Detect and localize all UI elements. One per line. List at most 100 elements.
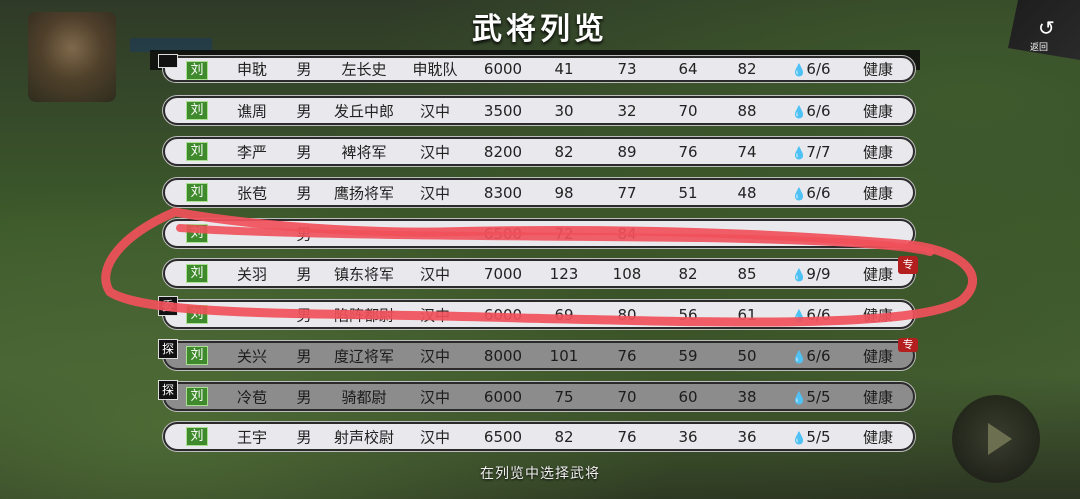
command: 8000 <box>483 346 523 365</box>
rank: 镇东将军 <box>333 265 395 283</box>
gender: 男 <box>296 143 312 161</box>
status: 健康 <box>862 428 894 446</box>
war: 75 <box>554 387 574 406</box>
play-icon <box>988 423 1012 455</box>
status: 健康 <box>862 388 894 406</box>
politics: 50 <box>737 346 757 365</box>
lead: 76 <box>617 346 637 365</box>
faction-badge: 刘 <box>186 224 208 243</box>
gender: 男 <box>296 306 312 324</box>
explore-tag: 探 <box>158 339 178 359</box>
status: 健康 <box>862 265 894 283</box>
table-row[interactable]: 刘 冷苞 男 骑都尉 汉中 6000 75 70 60 38 💧5/5 健康 <box>163 382 915 411</box>
table-row[interactable]: 刘 男 6500 72 84 <box>163 219 915 248</box>
skill-drop-icon: 💧 <box>791 63 807 77</box>
skill: 💧5/5 <box>791 427 831 446</box>
lead: 84 <box>617 224 637 243</box>
gender: 男 <box>296 428 312 446</box>
skill-drop-icon: 💧 <box>791 430 807 445</box>
politics: 85 <box>737 264 757 283</box>
skill: 💧6/6 <box>791 101 831 120</box>
faction-badge: 刘 <box>186 346 208 365</box>
gender: 男 <box>296 225 312 243</box>
lead: 108 <box>612 264 642 283</box>
general-list: 刘 申耽 男 左长史 申耽队 6000 41 73 64 82 💧6/6 健康 … <box>0 0 1080 499</box>
location: 申耽队 <box>412 60 458 79</box>
location: 汉中 <box>419 306 451 324</box>
command: 8200 <box>483 142 523 161</box>
explore-tag: 探 <box>158 380 178 400</box>
table-row[interactable]: 刘 王宇 男 射声校尉 汉中 6500 82 76 36 36 💧5/5 健康 <box>163 422 915 451</box>
rank: 骑都尉 <box>341 388 387 406</box>
footer-hint: 在列览中选择武将 <box>480 466 600 482</box>
intelligence: 70 <box>678 101 698 120</box>
skill: 💧6/6 <box>791 346 831 365</box>
table-row[interactable]: 刘 李严 男 裨将军 汉中 8200 82 89 76 74 💧7/7 健康 <box>163 137 915 166</box>
table-row[interactable]: 刘 申耽 男 左长史 申耽队 6000 41 73 64 82 💧6/6 健康 <box>163 56 915 82</box>
location: 汉中 <box>419 388 451 406</box>
command: 6000 <box>483 387 523 406</box>
rank: 裨将军 <box>341 143 387 161</box>
gender: 男 <box>296 102 312 120</box>
status: 健康 <box>862 60 894 79</box>
status: 健康 <box>862 306 894 324</box>
war: 98 <box>554 183 574 202</box>
faction-badge: 刘 <box>186 61 208 80</box>
lead: 73 <box>617 60 637 78</box>
skill-drop-icon: 💧 <box>791 104 807 119</box>
location: 汉中 <box>419 143 451 161</box>
table-row[interactable]: 刘 张苞 男 鹰扬将军 汉中 8300 98 77 51 48 💧6/6 健康 <box>163 178 915 207</box>
general-name: 冷苞 <box>236 388 268 406</box>
faction-badge: 刘 <box>186 101 208 120</box>
faction-badge: 刘 <box>186 142 208 161</box>
war: 82 <box>554 142 574 161</box>
war: 123 <box>549 264 579 283</box>
location: 汉中 <box>419 265 451 283</box>
status: 健康 <box>862 102 894 120</box>
war: 41 <box>554 60 574 78</box>
location: 汉中 <box>419 347 451 365</box>
location: 汉中 <box>419 428 451 446</box>
intelligence: 59 <box>678 346 698 365</box>
command: 6500 <box>483 224 523 243</box>
lead: 70 <box>617 387 637 406</box>
rank: 鹰扬将军 <box>333 184 395 202</box>
command: 3500 <box>483 101 523 120</box>
table-row[interactable]: 刘 关兴 男 度辽将军 汉中 8000 101 76 59 50 💧6/6 健康 <box>163 341 915 370</box>
general-name: 关羽 <box>236 265 268 283</box>
intelligence: 36 <box>678 427 698 446</box>
status: 健康 <box>862 143 894 161</box>
skill-drop-icon: 💧 <box>791 186 807 201</box>
command: 8300 <box>483 183 523 202</box>
lead: 32 <box>617 101 637 120</box>
faction-badge: 刘 <box>186 427 208 446</box>
intelligence: 64 <box>678 60 698 78</box>
gender: 男 <box>296 60 312 79</box>
skill-drop-icon: 💧 <box>791 390 807 405</box>
gender: 男 <box>296 388 312 406</box>
faction-badge: 刘 <box>186 183 208 202</box>
table-row[interactable]: 刘 男 陷阵都尉 汉中 6000 69 80 56 61 💧6/6 健康 <box>163 300 915 329</box>
location: 汉中 <box>419 102 451 120</box>
command: 6000 <box>483 60 523 78</box>
politics: 88 <box>737 101 757 120</box>
lead: 80 <box>617 305 637 324</box>
intelligence: 82 <box>678 264 698 283</box>
skill-drop-icon: 💧 <box>791 145 807 160</box>
skill-drop-icon: 💧 <box>791 349 807 364</box>
war: 30 <box>554 101 574 120</box>
general-name: 李严 <box>236 143 268 161</box>
general-name: 申耽 <box>236 60 268 79</box>
politics: 36 <box>737 427 757 446</box>
war: 101 <box>549 346 579 365</box>
lead: 77 <box>617 183 637 202</box>
rank: 发丘中郎 <box>333 102 395 120</box>
delegate-tag: 委 <box>158 296 178 316</box>
table-row-highlighted[interactable]: 刘 关羽 男 镇东将军 汉中 7000 123 108 82 85 💧9/9 健… <box>163 259 915 288</box>
politics: 38 <box>737 387 757 406</box>
intelligence: 76 <box>678 142 698 161</box>
general-name: 张苞 <box>236 184 268 202</box>
war: 72 <box>554 224 574 243</box>
table-row[interactable]: 刘 谯周 男 发丘中郎 汉中 3500 30 32 70 88 💧6/6 健康 <box>163 96 915 125</box>
politics: 74 <box>737 142 757 161</box>
